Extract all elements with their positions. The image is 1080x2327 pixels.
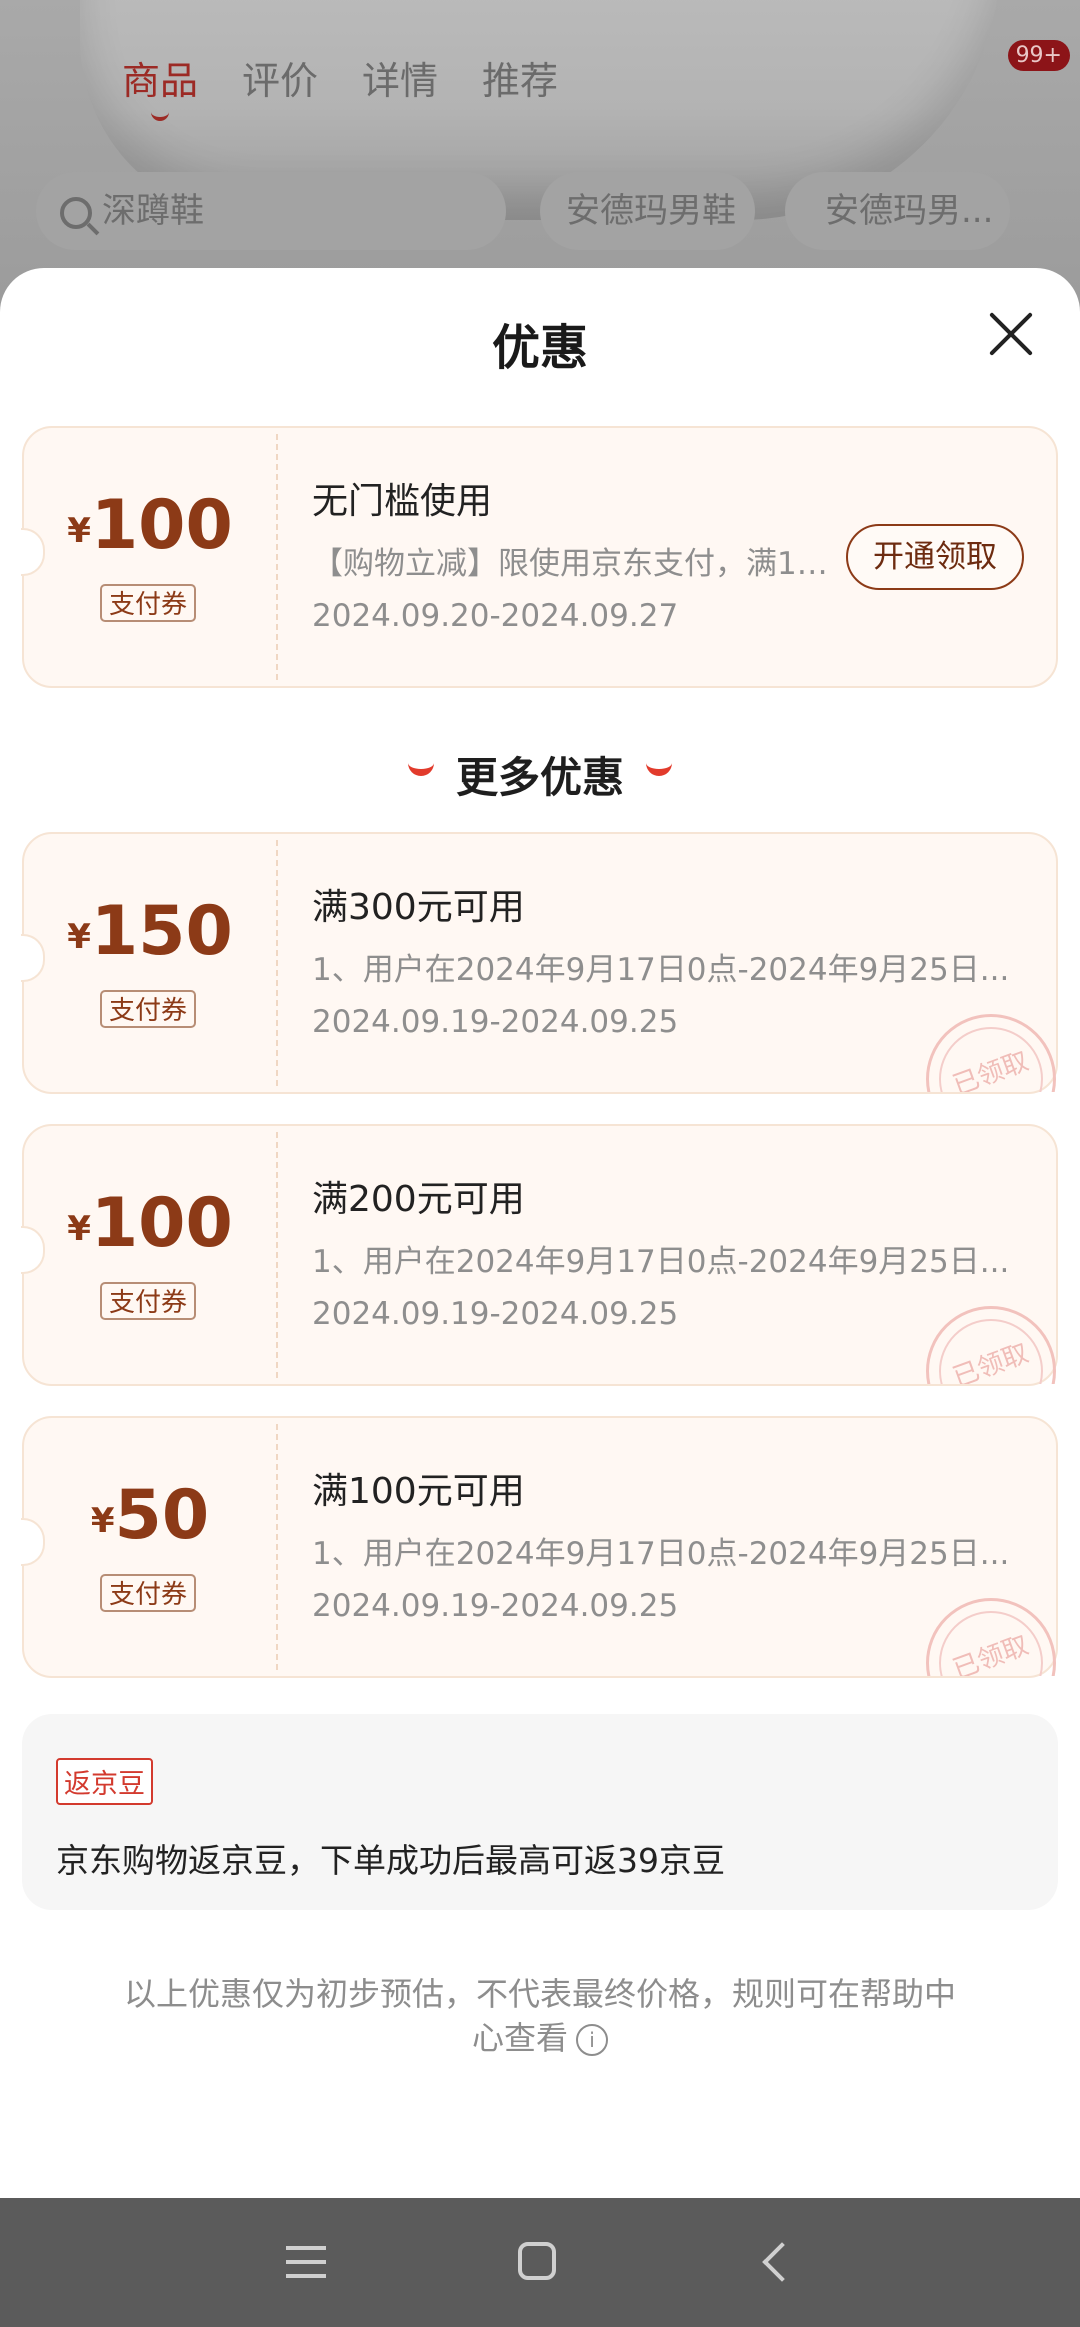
claimed-stamp-icon: 已领取 — [918, 1588, 1056, 1676]
discount-sheet: 优惠 ¥100 支付券 无门槛使用 【购物立减】限使用京东支付，满101元可用 … — [0, 268, 1080, 2198]
tab-reviews[interactable]: 评价 — [242, 50, 318, 105]
coupon-date: 2024.09.19-2024.09.25 — [312, 1004, 679, 1040]
coupon-card: ¥100 支付券 无门槛使用 【购物立减】限使用京东支付，满101元可用 202… — [21, 426, 1058, 688]
system-nav-bar — [0, 2198, 1080, 2327]
coupon-amount: ¥100 — [67, 1184, 233, 1263]
search-chip-label: 深蹲鞋 — [102, 191, 204, 231]
search-chip[interactable]: 安德玛男鞋 — [540, 172, 755, 250]
coupon-type-tag: 支付券 — [100, 1574, 196, 1612]
coupon-title: 满200元可用 — [312, 1179, 525, 1220]
disclaimer: 以上优惠仅为初步预估，不代表最终价格，规则可在帮助中心查看 i — [120, 1972, 960, 2060]
tab-recommend[interactable]: 推荐 — [482, 50, 558, 105]
coupon-date: 2024.09.19-2024.09.25 — [312, 1588, 679, 1624]
coupon-desc: 1、用户在2024年9月17日0点-2024年9月25日... — [312, 1536, 1010, 1572]
rebate-text: 京东购物返京豆，下单成功后最高可返39京豆 — [56, 1841, 725, 1880]
sheet-title: 优惠 — [491, 320, 588, 376]
claimed-stamp-icon: 已领取 — [918, 1296, 1056, 1384]
back-icon[interactable] — [754, 2238, 804, 2288]
search-chip[interactable]: 深蹲鞋 — [36, 172, 506, 250]
coupon-title: 满300元可用 — [312, 887, 525, 928]
search-chip-label: 安德玛男... — [825, 191, 994, 231]
close-button[interactable] — [986, 310, 1036, 360]
coupon-amount: ¥100 — [67, 486, 233, 565]
coupon-type-tag: 支付券 — [100, 584, 196, 622]
smile-icon — [407, 756, 434, 776]
coupon-type-tag: 支付券 — [100, 990, 196, 1028]
coupon-title: 满100元可用 — [312, 1471, 525, 1512]
coupon-card[interactable]: ¥100 支付券 满200元可用 1、用户在2024年9月17日0点-2024年… — [21, 1124, 1058, 1386]
rebate-tag: 返京豆 — [56, 1758, 153, 1805]
home-icon[interactable] — [514, 2238, 564, 2288]
coupon-desc: 1、用户在2024年9月17日0点-2024年9月25日... — [312, 1244, 1010, 1280]
search-chip[interactable]: 安德玛男... — [785, 172, 1010, 250]
coupon-type-tag: 支付券 — [100, 1282, 196, 1320]
coupon-card[interactable]: ¥150 支付券 满300元可用 1、用户在2024年9月17日0点-2024年… — [21, 832, 1058, 1094]
info-icon[interactable]: i — [576, 2024, 608, 2056]
coupon-amount: ¥150 — [67, 892, 233, 971]
disclaimer-text: 以上优惠仅为初步预估，不代表最终价格，规则可在帮助中心查看 — [123, 1975, 956, 2057]
coupon-date: 2024.09.20-2024.09.27 — [312, 598, 679, 634]
coupon-desc: 1、用户在2024年9月17日0点-2024年9月25日... — [312, 952, 1010, 988]
coupon-title: 无门槛使用 — [312, 481, 493, 522]
cart-badge: 99+ — [1007, 40, 1070, 71]
coupon-amount: ¥50 — [90, 1476, 210, 1555]
menu-icon[interactable] — [282, 2238, 332, 2288]
more-discounts-header: 更多优惠 — [0, 744, 1080, 805]
search-chip-label: 安德玛男鞋 — [566, 191, 736, 231]
product-tabs: 商品 评价 详情 推荐 — [122, 50, 558, 121]
claimed-stamp-icon: 已领取 — [918, 1004, 1056, 1092]
activate-claim-button[interactable]: 开通领取 — [846, 524, 1024, 590]
jingdou-rebate-card: 返京豆 京东购物返京豆，下单成功后最高可返39京豆 — [22, 1714, 1058, 1910]
coupon-card[interactable]: ¥50 支付券 满100元可用 1、用户在2024年9月17日0点-2024年9… — [21, 1416, 1058, 1678]
search-icon — [60, 196, 92, 229]
tab-product[interactable]: 商品 — [122, 50, 198, 121]
smile-icon — [646, 756, 672, 776]
coupon-desc: 【购物立减】限使用京东支付，满101元可用 — [312, 546, 832, 582]
tab-details[interactable]: 详情 — [362, 50, 438, 105]
coupon-date: 2024.09.19-2024.09.25 — [312, 1296, 679, 1332]
